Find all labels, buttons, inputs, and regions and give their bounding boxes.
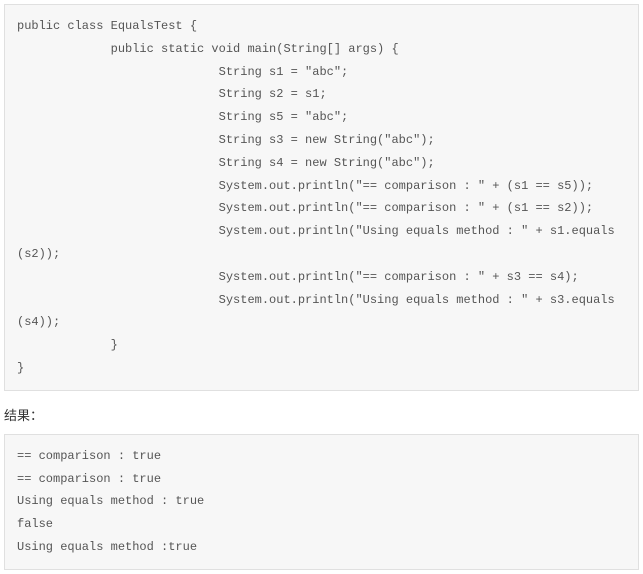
code-line: public static void main(String[] args) { bbox=[17, 42, 399, 56]
code-line: System.out.println("== comparison : " + … bbox=[17, 179, 593, 193]
output-block: == comparison : true == comparison : tru… bbox=[4, 434, 639, 570]
code-line: String s2 = s1; bbox=[17, 87, 327, 101]
code-line: } bbox=[17, 361, 24, 375]
code-line: public class EqualsTest { bbox=[17, 19, 197, 33]
output-line: Using equals method : true bbox=[17, 494, 204, 508]
code-line: System.out.println("Using equals method … bbox=[17, 293, 615, 307]
output-line: == comparison : true bbox=[17, 472, 161, 486]
output-line: Using equals method :true bbox=[17, 540, 197, 554]
code-line: String s1 = "abc"; bbox=[17, 65, 348, 79]
code-line: System.out.println("== comparison : " + … bbox=[17, 201, 593, 215]
code-line: String s3 = new String("abc"); bbox=[17, 133, 435, 147]
code-line: String s4 = new String("abc"); bbox=[17, 156, 435, 170]
code-line: System.out.println("== comparison : " + … bbox=[17, 270, 579, 284]
code-line: String s5 = "abc"; bbox=[17, 110, 348, 124]
code-block: public class EqualsTest { public static … bbox=[4, 4, 639, 391]
output-line: false bbox=[17, 517, 53, 531]
code-line: System.out.println("Using equals method … bbox=[17, 224, 615, 238]
code-line: (s2)); bbox=[17, 247, 60, 261]
result-label: 结果： bbox=[4, 405, 639, 424]
code-line: (s4)); bbox=[17, 315, 60, 329]
output-line: == comparison : true bbox=[17, 449, 161, 463]
code-line: } bbox=[17, 338, 118, 352]
